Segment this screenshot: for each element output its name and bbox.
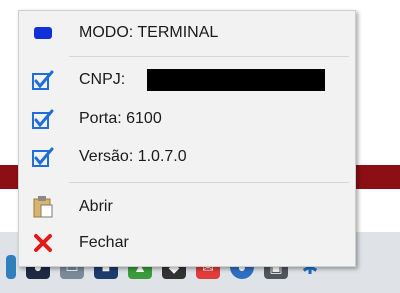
menu-item-porta[interactable]: Porta: 6100	[19, 102, 355, 136]
menu-item-label: MODO: TERMINAL	[79, 24, 219, 41]
menu-item-abrir[interactable]: Abrir	[19, 190, 355, 224]
redacted-value	[147, 69, 325, 91]
menu-item-label: Fechar	[79, 234, 129, 251]
menu-item-label: CNPJ:	[79, 71, 126, 88]
tray-context-menu: MODO: TERMINAL CNPJ: Porta: 6100 Versão:…	[18, 10, 356, 267]
menu-separator	[69, 182, 349, 183]
menu-separator	[69, 56, 349, 57]
checked-checkbox-icon	[31, 145, 55, 169]
menu-item-versao[interactable]: Versão: 1.0.7.0	[19, 140, 355, 174]
tray-app-icon[interactable]	[6, 255, 16, 279]
checked-checkbox-icon	[31, 107, 55, 131]
menu-item-modo[interactable]: MODO: TERMINAL	[19, 16, 355, 50]
menu-item-label: Porta: 6100	[79, 110, 162, 127]
close-x-icon	[31, 231, 55, 255]
checked-checkbox-icon	[31, 68, 55, 92]
blue-status-icon	[31, 21, 55, 45]
menu-item-label: Abrir	[79, 198, 113, 215]
menu-item-fechar[interactable]: Fechar	[19, 226, 355, 260]
menu-item-label: Versão: 1.0.7.0	[79, 148, 187, 165]
clipboard-icon	[31, 195, 55, 219]
